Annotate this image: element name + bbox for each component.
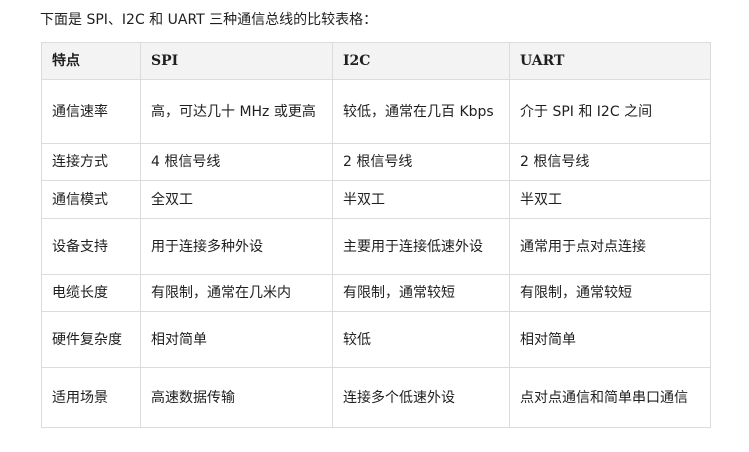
cell-i2c: 有限制，通常较短: [332, 274, 510, 312]
cell-spi: 用于连接多种外设: [140, 218, 333, 275]
row-label: 适用场景: [41, 367, 141, 428]
row-label: 硬件复杂度: [41, 311, 141, 368]
cell-spi: 高，可达几十 MHz 或更高: [140, 79, 333, 144]
table-row: 设备支持 用于连接多种外设 主要用于连接低速外设 通常用于点对点连接: [41, 218, 711, 275]
cell-i2c: 连接多个低速外设: [332, 367, 510, 428]
cell-uart: 介于 SPI 和 I2C 之间: [509, 79, 711, 144]
row-label: 设备支持: [41, 218, 141, 275]
row-label: 通信速率: [41, 79, 141, 144]
cell-spi: 有限制，通常在几米内: [140, 274, 333, 312]
header-spi: SPI: [140, 42, 333, 80]
cell-i2c: 较低，通常在几百 Kbps: [332, 79, 510, 144]
table-row: 通信模式 全双工 半双工 半双工: [41, 180, 711, 219]
header-uart: UART: [509, 42, 711, 80]
table-header-row: 特点 SPI I2C UART: [41, 42, 711, 80]
cell-uart: 相对简单: [509, 311, 711, 368]
row-label: 通信模式: [41, 180, 141, 219]
row-label: 电缆长度: [41, 274, 141, 312]
table-row: 通信速率 高，可达几十 MHz 或更高 较低，通常在几百 Kbps 介于 SPI…: [41, 79, 711, 144]
cell-i2c: 半双工: [332, 180, 510, 219]
cell-i2c: 2 根信号线: [332, 143, 510, 181]
cell-spi: 4 根信号线: [140, 143, 333, 181]
cell-spi: 相对简单: [140, 311, 333, 368]
table-row: 适用场景 高速数据传输 连接多个低速外设 点对点通信和简单串口通信: [41, 367, 711, 428]
table-row: 硬件复杂度 相对简单 较低 相对简单: [41, 311, 711, 368]
table-row: 电缆长度 有限制，通常在几米内 有限制，通常较短 有限制，通常较短: [41, 274, 711, 312]
row-label: 连接方式: [41, 143, 141, 181]
cell-uart: 有限制，通常较短: [509, 274, 711, 312]
header-feature: 特点: [41, 42, 141, 80]
table-row: 连接方式 4 根信号线 2 根信号线 2 根信号线: [41, 143, 711, 181]
cell-i2c: 主要用于连接低速外设: [332, 218, 510, 275]
cell-uart: 2 根信号线: [509, 143, 711, 181]
cell-spi: 全双工: [140, 180, 333, 219]
cell-uart: 通常用于点对点连接: [509, 218, 711, 275]
intro-text: 下面是 SPI、I2C 和 UART 三种通信总线的比较表格：: [40, 12, 378, 28]
cell-i2c: 较低: [332, 311, 510, 368]
cell-spi: 高速数据传输: [140, 367, 333, 428]
comparison-table: 特点 SPI I2C UART 通信速率 高，可达几十 MHz 或更高 较低，通…: [41, 42, 711, 428]
cell-uart: 半双工: [509, 180, 711, 219]
header-i2c: I2C: [332, 42, 510, 80]
cell-uart: 点对点通信和简单串口通信: [509, 367, 711, 428]
